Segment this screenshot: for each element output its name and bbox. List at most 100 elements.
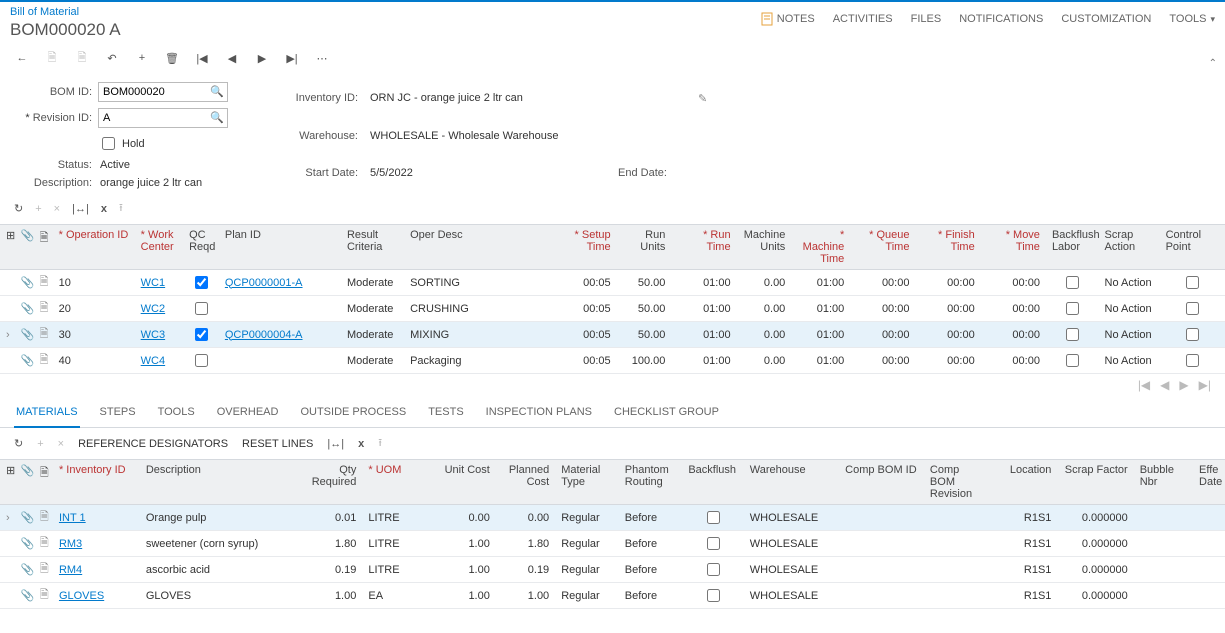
table-row[interactable]: › 📎🗎 30 WC3 QCP0000004-A ModerateMIXING … — [0, 322, 1225, 348]
search-icon[interactable]: 🔍 — [210, 85, 224, 98]
col-material-type[interactable]: Material Type — [555, 460, 619, 505]
tab-steps[interactable]: STEPS — [98, 400, 138, 427]
page-prev-icon[interactable]: ◀ — [1160, 378, 1169, 392]
export-icon[interactable]: x — [101, 203, 107, 215]
table-row[interactable]: 📎🗎 RM3sweetener (corn syrup) 1.80LITRE 1… — [0, 531, 1225, 557]
import-icon[interactable]: ⭱ — [119, 199, 123, 218]
col-phantom[interactable]: Phantom Routing — [619, 460, 683, 505]
table-row[interactable]: › 📎🗎 INT 1Orange pulp 0.01LITRE 0.000.00… — [0, 505, 1225, 531]
last-icon[interactable]: ▶| — [284, 50, 300, 66]
add-icon[interactable]: + — [134, 50, 150, 66]
col-work-center[interactable]: Work Center — [135, 225, 183, 270]
tab-inspection-plans[interactable]: INSPECTION PLANS — [484, 400, 594, 427]
col-comp-bom[interactable]: Comp BOM ID — [839, 460, 924, 505]
col-planned-cost[interactable]: Planned Cost — [496, 460, 555, 505]
search-icon[interactable]: 🔍 — [210, 111, 224, 124]
refresh-icon[interactable]: ↻ — [14, 437, 23, 450]
reference-designators-button[interactable]: REFERENCE DESIGNATORS — [78, 438, 228, 450]
bom-id-input[interactable] — [98, 82, 228, 102]
back-icon[interactable]: ← — [14, 50, 30, 66]
notes-button[interactable]: NOTES — [761, 12, 815, 26]
col-backflush[interactable]: Backflush — [682, 460, 743, 505]
collapse-icon[interactable]: ⌃ — [1209, 58, 1217, 69]
page-first-icon[interactable]: |◀ — [1138, 378, 1150, 392]
col-qty[interactable]: Qty Required — [288, 460, 362, 505]
col-move-time[interactable]: Move Time — [981, 225, 1046, 270]
hold-checkbox[interactable] — [102, 137, 115, 150]
backflush-checkbox[interactable] — [707, 511, 720, 524]
undo-icon[interactable]: ↶ — [104, 50, 120, 66]
col-scrap[interactable]: Scrap Factor — [1057, 460, 1133, 505]
control-point-checkbox[interactable] — [1186, 328, 1199, 341]
col-setup-time[interactable]: Setup Time — [551, 225, 616, 270]
customization-button[interactable]: CUSTOMIZATION — [1061, 13, 1151, 25]
qc-checkbox[interactable] — [195, 276, 208, 289]
backflush-checkbox[interactable] — [1066, 354, 1079, 367]
table-row[interactable]: 📎🗎 GLOVESGLOVES 1.00EA 1.001.00 RegularB… — [0, 583, 1225, 609]
table-row[interactable]: 📎🗎 20 WC2 ModerateCRUSHING 00:0550.0001:… — [0, 296, 1225, 322]
col-inventory-id[interactable]: Inventory ID — [53, 460, 140, 505]
control-point-checkbox[interactable] — [1186, 276, 1199, 289]
col-finish-time[interactable]: Finish Time — [915, 225, 980, 270]
first-icon[interactable]: |◀ — [194, 50, 210, 66]
backflush-checkbox[interactable] — [1066, 328, 1079, 341]
col-warehouse[interactable]: Warehouse — [744, 460, 839, 505]
col-run-time[interactable]: Run Time — [671, 225, 736, 270]
col-run-units[interactable]: Run Units — [617, 225, 672, 270]
col-oper-desc[interactable]: Oper Desc — [404, 225, 551, 270]
save-close-icon[interactable]: 🗎 — [74, 50, 90, 66]
add-row-icon[interactable]: + — [37, 438, 43, 450]
qc-checkbox[interactable] — [195, 354, 208, 367]
col-operation-id[interactable]: Operation ID — [53, 225, 135, 270]
table-row[interactable]: 📎🗎 RM4ascorbic acid 0.19LITRE 1.000.19 R… — [0, 557, 1225, 583]
more-icon[interactable]: ⋯ — [314, 50, 330, 66]
col-comp-rev[interactable]: Comp BOM Revision — [924, 460, 985, 505]
control-point-checkbox[interactable] — [1186, 302, 1199, 315]
page-last-icon[interactable]: ▶| — [1199, 378, 1211, 392]
col-location[interactable]: Location — [985, 460, 1057, 505]
table-row[interactable]: 📎🗎 10 WC1 QCP0000001-A ModerateSORTING 0… — [0, 270, 1225, 296]
delete-icon[interactable]: 🗑 — [164, 50, 180, 66]
tab-overhead[interactable]: OVERHEAD — [215, 400, 281, 427]
activities-button[interactable]: ACTIVITIES — [833, 13, 893, 25]
save-icon[interactable]: 🗎 — [44, 50, 60, 66]
reset-lines-button[interactable]: RESET LINES — [242, 438, 313, 450]
col-bubble[interactable]: Bubble Nbr — [1134, 460, 1193, 505]
delete-row-icon[interactable]: × — [54, 203, 60, 215]
fit-icon[interactable]: |↔| — [327, 438, 344, 450]
fit-icon[interactable]: |↔| — [72, 203, 89, 215]
page-next-icon[interactable]: ▶ — [1179, 378, 1188, 392]
delete-row-icon[interactable]: × — [58, 438, 64, 450]
revision-id-input[interactable] — [98, 108, 228, 128]
tab-outside-process[interactable]: OUTSIDE PROCESS — [298, 400, 408, 427]
qc-checkbox[interactable] — [195, 302, 208, 315]
backflush-checkbox[interactable] — [707, 589, 720, 602]
horizontal-scrollbar[interactable] — [10, 613, 1215, 627]
prev-icon[interactable]: ◀ — [224, 50, 240, 66]
col-unit-cost[interactable]: Unit Cost — [422, 460, 496, 505]
export-icon[interactable]: x — [358, 438, 364, 450]
tab-tools[interactable]: TOOLS — [156, 400, 197, 427]
table-row[interactable]: 📎🗎 40 WC4 ModeratePackaging 00:05100.000… — [0, 348, 1225, 374]
col-scrap-action[interactable]: Scrap Action — [1099, 225, 1160, 270]
control-point-checkbox[interactable] — [1186, 354, 1199, 367]
next-icon[interactable]: ▶ — [254, 50, 270, 66]
import-icon[interactable]: ⭱ — [378, 434, 382, 453]
tab-tests[interactable]: TESTS — [426, 400, 465, 427]
col-control-point[interactable]: Control Point — [1160, 225, 1225, 270]
tools-button[interactable]: TOOLS — [1169, 13, 1215, 25]
tab-checklist-group[interactable]: CHECKLIST GROUP — [612, 400, 721, 427]
col-eff[interactable]: Effe Date — [1193, 460, 1225, 505]
backflush-checkbox[interactable] — [1066, 276, 1079, 289]
col-machine-time[interactable]: Machine Time — [791, 225, 850, 270]
backflush-checkbox[interactable] — [1066, 302, 1079, 315]
tab-materials[interactable]: MATERIALS — [14, 400, 80, 428]
backflush-checkbox[interactable] — [707, 537, 720, 550]
files-button[interactable]: FILES — [911, 13, 942, 25]
col-description[interactable]: Description — [140, 460, 288, 505]
col-backflush-labor[interactable]: Backflush Labor — [1046, 225, 1099, 270]
col-qc-reqd[interactable]: QC Reqd — [183, 225, 219, 270]
col-machine-units[interactable]: Machine Units — [737, 225, 792, 270]
pencil-icon[interactable]: ✎ — [698, 92, 778, 105]
add-row-icon[interactable]: + — [35, 203, 41, 215]
